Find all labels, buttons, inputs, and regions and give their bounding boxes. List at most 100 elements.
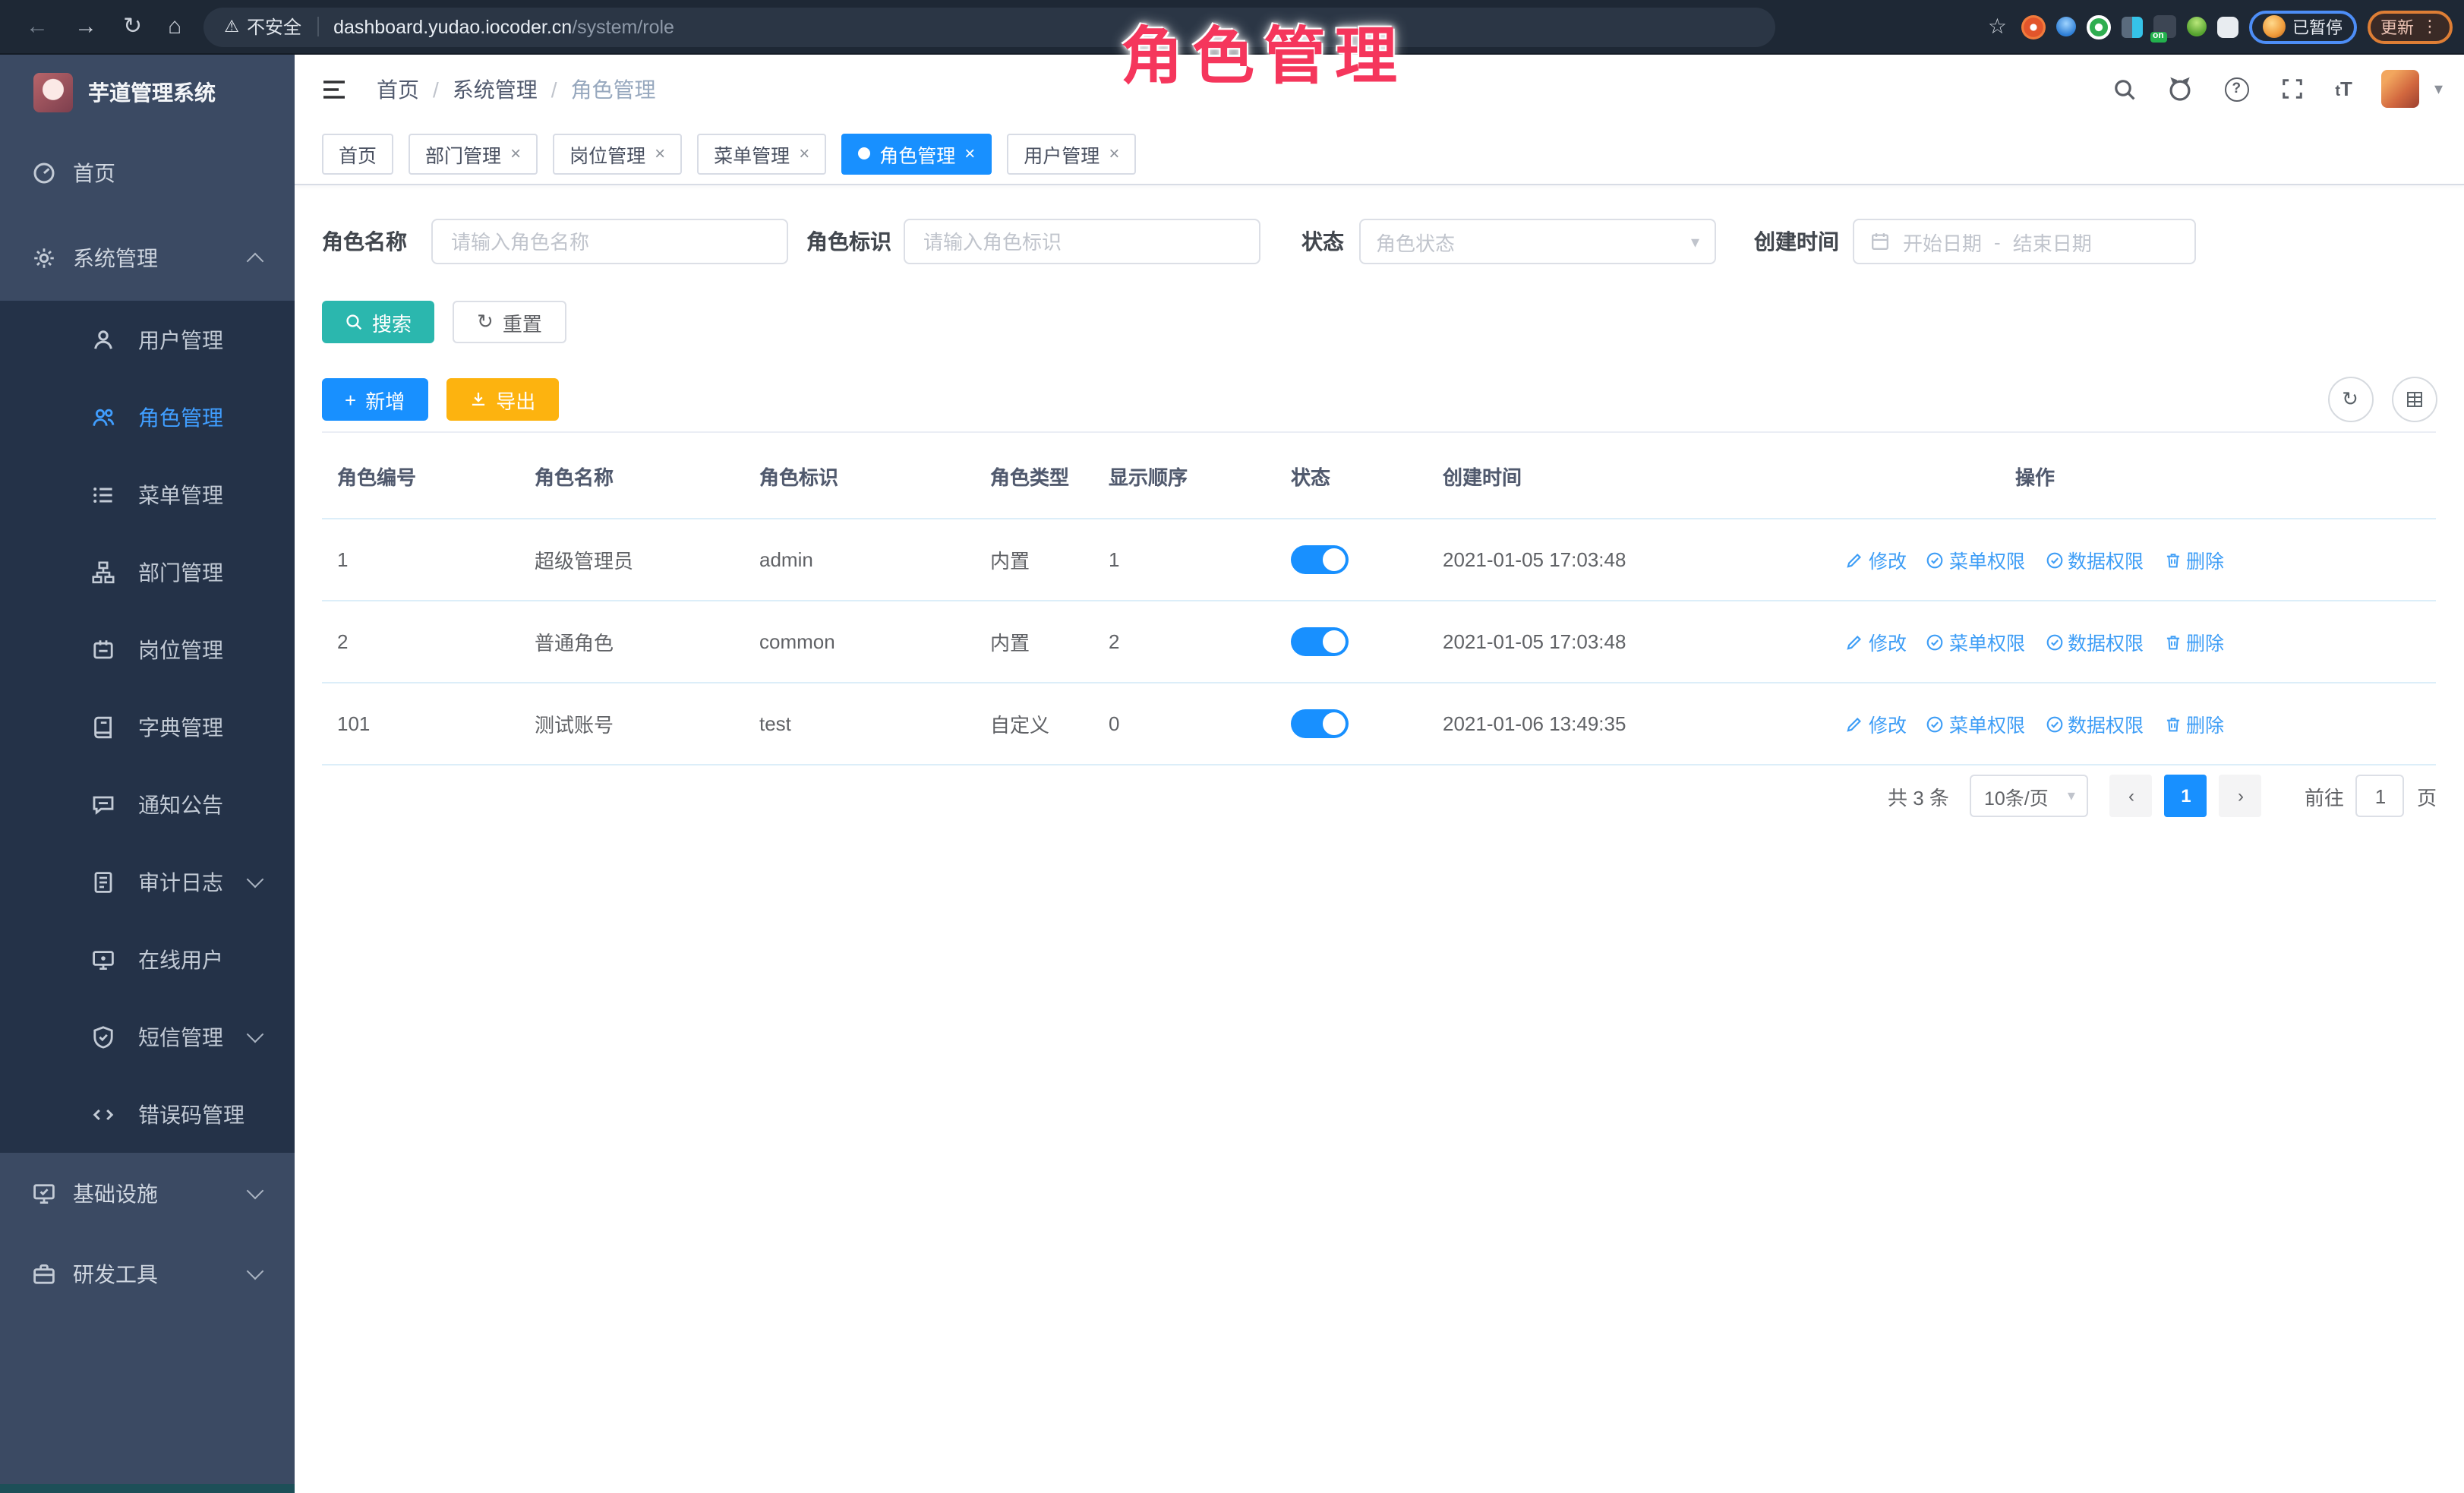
row-action-菜单权限[interactable]: 菜单权限 (1926, 545, 2025, 574)
sidebar-item-13[interactable]: 错误码管理 (0, 1075, 295, 1153)
sidebar-item-4[interactable]: 角色管理 (0, 378, 295, 456)
font-size-icon[interactable]: tT (2335, 77, 2352, 100)
sidebar-item-1[interactable]: 首页 (0, 131, 295, 216)
row-action-删除[interactable]: 删除 (2163, 709, 2224, 738)
browser-refresh-icon[interactable]: ↻ (123, 0, 142, 53)
github-icon[interactable] (2166, 75, 2194, 103)
profile-paused-chip[interactable]: 已暂停 (2248, 10, 2356, 43)
table-row-3: 101测试账号test自定义02021-01-06 13:49:35修改菜单权限… (322, 683, 2436, 765)
sidebar-item-6[interactable]: 部门管理 (0, 533, 295, 611)
sidebar-bottom-strip (0, 1484, 295, 1493)
column-header-7: 创建时间 (1428, 432, 1807, 519)
sidebar-item-12[interactable]: 短信管理 (0, 998, 295, 1075)
row-action-修改[interactable]: 修改 (1846, 545, 1907, 574)
add-button[interactable]: + 新增 (322, 378, 427, 421)
page-number-1[interactable]: 1 (2165, 775, 2207, 817)
close-icon[interactable]: × (1109, 143, 1119, 164)
date-range-separator: - (1994, 230, 2001, 253)
roles-table: 角色编号角色名称角色标识角色类型显示顺序状态创建时间操作 1超级管理员admin… (322, 431, 2436, 765)
page-suffix: 页 (2417, 781, 2437, 810)
tab-3[interactable]: 岗位管理× (553, 133, 682, 174)
avatar-caret-icon[interactable]: ▾ (2434, 79, 2443, 99)
row-action-菜单权限[interactable]: 菜单权限 (1926, 627, 2025, 656)
sidebar-item-2[interactable]: 系统管理 (0, 216, 295, 301)
extension-icon-1[interactable] (2021, 14, 2045, 39)
extension-icon-3[interactable] (2086, 14, 2110, 39)
close-icon[interactable]: × (799, 143, 809, 164)
bookmark-star-icon[interactable]: ☆ (1988, 14, 2007, 39)
row-action-删除[interactable]: 删除 (2163, 627, 2224, 656)
search-icon[interactable] (2110, 75, 2137, 103)
sidebar-fold-icon[interactable] (322, 77, 346, 101)
sidebar-item-5[interactable]: 菜单管理 (0, 456, 295, 533)
row-action-数据权限[interactable]: 数据权限 (2045, 627, 2144, 656)
row-action-修改[interactable]: 修改 (1846, 627, 1907, 656)
sidebar-item-15[interactable]: 研发工具 (0, 1233, 295, 1314)
column-settings-button[interactable] (2391, 377, 2437, 422)
reset-button[interactable]: ↻ 重置 (453, 301, 566, 343)
browser-forward-icon[interactable]: → (74, 0, 97, 53)
extension-icon-6[interactable] (2186, 17, 2206, 36)
prev-page-button[interactable]: ‹ (2110, 775, 2153, 817)
address-bar[interactable]: ⚠ 不安全 dashboard.yudao.iocoder.cn /system… (203, 7, 1775, 46)
tab-1[interactable]: 首页 (322, 133, 393, 174)
tab-2[interactable]: 部门管理× (409, 133, 538, 174)
extension-icon-5[interactable]: on (2153, 15, 2175, 38)
search-button[interactable]: 搜索 (322, 301, 434, 343)
next-page-button[interactable]: › (2219, 775, 2262, 817)
start-date-placeholder: 开始日期 (1903, 227, 1982, 256)
sidebar-item-10[interactable]: 审计日志 (0, 843, 295, 920)
sidebar-item-8[interactable]: 字典管理 (0, 688, 295, 765)
role-key-input[interactable] (904, 219, 1260, 264)
sidebar-item-9[interactable]: 通知公告 (0, 765, 295, 843)
close-icon[interactable]: × (964, 143, 975, 164)
close-icon[interactable]: × (655, 143, 665, 164)
tab-5[interactable]: 角色管理× (841, 133, 992, 174)
browser-update-chip[interactable]: 更新 ⋮ (2367, 10, 2452, 43)
goto-page-input[interactable] (2356, 775, 2405, 817)
sidebar-item-3[interactable]: 用户管理 (0, 301, 295, 378)
breadcrumb-home[interactable]: 首页 (377, 74, 419, 104)
browser-home-icon[interactable]: ⌂ (168, 0, 181, 53)
extension-icon-4[interactable] (2121, 16, 2142, 37)
extension-icon-2[interactable] (2055, 17, 2075, 36)
page-content: 角色名称 角色标识 状态 角色状态 ▾ 创建时间 开始日期 - 结束日期 (295, 185, 2464, 1493)
row-action-数据权限[interactable]: 数据权限 (2045, 709, 2144, 738)
url-host: dashboard.yudao.iocoder.cn (333, 16, 572, 37)
refresh-table-button[interactable]: ↻ (2327, 377, 2373, 422)
sidebar-item-7[interactable]: 岗位管理 (0, 611, 295, 688)
create-time-range-picker[interactable]: 开始日期 - 结束日期 (1853, 219, 2196, 264)
status-toggle[interactable] (1291, 627, 1349, 656)
chevron-down-icon (247, 871, 264, 889)
browser-back-icon[interactable]: ← (26, 0, 49, 53)
puzzle-extensions-icon[interactable] (2216, 16, 2238, 37)
sidebar-item-11[interactable]: 在线用户 (0, 920, 295, 998)
cell: admin (744, 519, 975, 601)
fullscreen-icon[interactable] (2279, 75, 2306, 103)
cell: 2 (322, 601, 519, 683)
status-toggle[interactable] (1291, 545, 1349, 574)
page-size-select[interactable]: 10条/页 ▾ (1970, 775, 2089, 817)
breadcrumb-system[interactable]: 系统管理 (453, 74, 538, 104)
user-avatar[interactable] (2381, 70, 2419, 108)
status-toggle[interactable] (1291, 709, 1349, 738)
check-icon (1926, 715, 1945, 733)
app-logo-row[interactable]: 芋道管理系统 (0, 55, 295, 131)
sidebar-item-14[interactable]: 基础设施 (0, 1153, 295, 1233)
help-icon[interactable]: ? (2223, 75, 2250, 103)
pagination-total: 共 3 条 (1888, 781, 1949, 810)
row-action-修改[interactable]: 修改 (1846, 709, 1907, 738)
browser-menu-icon[interactable]: ⋮ (2421, 17, 2438, 36)
row-action-删除[interactable]: 删除 (2163, 545, 2224, 574)
row-action-菜单权限[interactable]: 菜单权限 (1926, 709, 2025, 738)
chevron-down-icon (247, 1026, 264, 1043)
chevron-down-icon (247, 1182, 264, 1200)
status-select[interactable]: 角色状态 ▾ (1359, 219, 1716, 264)
row-action-数据权限[interactable]: 数据权限 (2045, 545, 2144, 574)
export-button[interactable]: 导出 (446, 378, 558, 421)
close-icon[interactable]: × (510, 143, 521, 164)
role-name-input[interactable] (431, 219, 788, 264)
tab-6[interactable]: 用户管理× (1007, 133, 1136, 174)
create-time-label: 创建时间 (1754, 226, 1839, 257)
tab-4[interactable]: 菜单管理× (697, 133, 826, 174)
